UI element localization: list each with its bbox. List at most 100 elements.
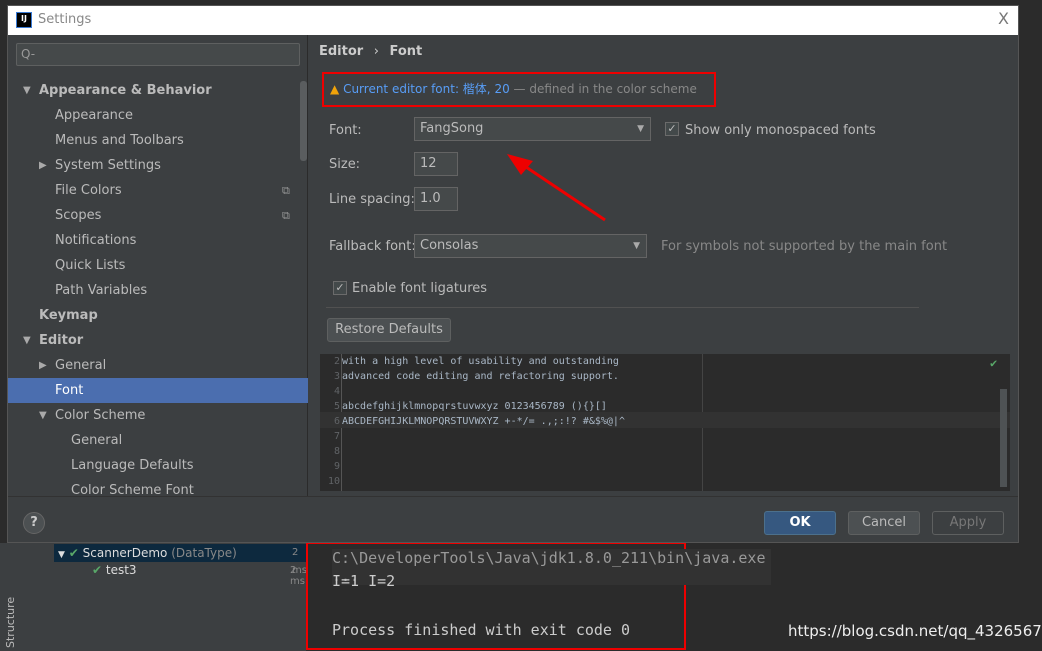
run-item-time: 2 ms (290, 565, 305, 587)
ok-button[interactable]: OK (764, 511, 836, 535)
font-label: Font: (329, 123, 362, 138)
dialog-footer: ? OK Cancel Apply (8, 496, 1018, 542)
help-button[interactable]: ? (23, 512, 45, 534)
sidebar-item-label: Scopes (55, 208, 102, 223)
structure-tab[interactable]: Structure (4, 597, 17, 648)
sidebar-item[interactable]: Path Variables (8, 278, 308, 303)
font-value: FangSong (420, 121, 484, 136)
sidebar-item-label: General (71, 433, 123, 448)
copy-icon: ⧉ (282, 209, 290, 222)
sidebar-item-label: System Settings (55, 158, 161, 173)
copy-icon: ⧉ (282, 184, 290, 197)
console-output: C:\DeveloperTools\Java\jdk1.8.0_211\bin\… (306, 542, 772, 650)
title-bar: IJ Settings X (8, 6, 1018, 35)
settings-search-input[interactable]: Q- (16, 43, 300, 66)
sidebar-item[interactable]: File Colors ⧉ (8, 178, 308, 203)
sidebar-item[interactable]: Appearance (8, 103, 308, 128)
settings-dialog: IJ Settings X Q- ▼ Appearance & Behavior A… (7, 5, 1019, 543)
current-font-link[interactable]: Current editor font: 楷体, 20 (343, 82, 510, 96)
sidebar-item-label: File Colors (55, 183, 122, 198)
ligatures-label: Enable font ligatures (352, 281, 488, 296)
dropdown-arrow-icon: ▼ (633, 241, 640, 251)
font-preview: 2 with a high level of usability and outs… (320, 354, 1010, 491)
breadcrumb-parent[interactable]: Editor (319, 44, 363, 59)
sidebar-item-label: Font (55, 383, 84, 398)
sidebar-item[interactable]: Font (8, 378, 308, 403)
sidebar-item[interactable]: Keymap (8, 303, 308, 328)
line-number: 2 (333, 356, 340, 367)
breadcrumb-separator: › (373, 44, 379, 59)
warning-text: — defined in the color scheme (509, 82, 697, 96)
ligatures-checkbox[interactable]: ✓ (333, 281, 347, 295)
preview-line: abcdefghijklmnopqrstuvwxyz 0123456789 ()… (342, 401, 607, 412)
line-number: 9 (333, 461, 340, 472)
dropdown-arrow-icon: ▼ (637, 124, 644, 134)
console-line: I=1 I=2 (332, 572, 396, 590)
font-select[interactable]: FangSong ▼ (414, 117, 651, 141)
warning-banner: ▲ Current editor font: 楷体, 20 — defined … (322, 72, 716, 107)
mono-label: Show only monospaced fonts (685, 123, 876, 138)
sidebar-scrollbar[interactable] (300, 81, 307, 161)
sidebar-item[interactable]: Notifications (8, 228, 308, 253)
sidebar-item[interactable]: ▼ Color Scheme (8, 403, 308, 428)
arrow-down-icon: ▼ (58, 550, 65, 560)
run-item-label: ScannerDemo (82, 546, 168, 560)
fallback-font-select[interactable]: Consolas ▼ (414, 234, 647, 258)
divider (326, 307, 919, 308)
sidebar-item[interactable]: General (8, 428, 308, 453)
line-number: 6 (333, 416, 340, 427)
size-input[interactable]: 12 (414, 152, 458, 176)
breadcrumb: Editor › Font (319, 44, 422, 59)
size-label: Size: (329, 157, 361, 172)
console-line: Process finished with exit code 0 (332, 621, 631, 639)
line-number: 5 (333, 401, 340, 412)
line-number: 7 (333, 431, 340, 442)
sidebar-item[interactable]: ▶ System Settings (8, 153, 308, 178)
line-number: 10 (327, 476, 340, 487)
run-item-label: test3 (105, 563, 137, 577)
sidebar-item[interactable]: Language Defaults (8, 453, 308, 478)
annotation-arrow (507, 154, 606, 222)
sidebar-item-label: Appearance (55, 108, 134, 123)
line-spacing-label: Line spacing: (329, 192, 415, 207)
window-title: Settings (38, 12, 92, 27)
sidebar-item[interactable]: ▼ Editor (8, 328, 308, 353)
sidebar-item[interactable]: ▶ General (8, 353, 308, 378)
line-number: 8 (333, 446, 340, 457)
chevron-right-icon[interactable]: ▶ (39, 353, 47, 378)
mono-checkbox[interactable]: ✓ (665, 122, 679, 136)
line-spacing-input[interactable]: 1.0 (414, 187, 458, 211)
run-item-test3[interactable]: ✔ test3 (92, 563, 137, 577)
chevron-right-icon[interactable]: ▶ (39, 153, 47, 178)
restore-defaults-button[interactable]: Restore Defaults (327, 318, 451, 342)
sidebar-item-label: Notifications (55, 233, 137, 248)
sidebar-item-label: Appearance & Behavior (39, 83, 212, 98)
intellij-logo: IJ (16, 12, 32, 28)
sidebar-item[interactable]: Menus and Toolbars (8, 128, 308, 153)
check-icon: ✔ (68, 546, 79, 560)
sidebar-item-label: Language Defaults (71, 458, 194, 473)
chevron-down-icon[interactable]: ▼ (23, 78, 31, 103)
sidebar-item-label: Keymap (39, 308, 98, 323)
preview-scrollbar[interactable] (1000, 389, 1007, 487)
cancel-button[interactable]: Cancel (848, 511, 920, 535)
check-icon: ✔ (92, 563, 103, 577)
preview-line: with a high level of usability and outst… (342, 356, 619, 367)
breadcrumb-current: Font (389, 44, 423, 59)
preview-line: ABCDEFGHIJKLMNOPQRSTUVWXYZ +-*/= .,;:!? … (342, 416, 625, 427)
apply-button[interactable]: Apply (932, 511, 1004, 535)
sidebar-item-label: General (55, 358, 107, 373)
chevron-down-icon[interactable]: ▼ (39, 403, 47, 428)
close-button[interactable]: X (998, 9, 1009, 28)
font-settings-panel: Editor › Font ▲ Current editor font: 楷体,… (309, 35, 1018, 496)
chevron-down-icon[interactable]: ▼ (23, 328, 31, 353)
sidebar-item-label: Color Scheme (55, 408, 146, 423)
settings-sidebar: Q- ▼ Appearance & Behavior Appearance Menus… (8, 35, 308, 498)
check-icon: ✔ (990, 356, 998, 370)
sidebar-item[interactable]: Quick Lists (8, 253, 308, 278)
line-number: 3 (333, 371, 340, 382)
sidebar-item[interactable]: ▼ Appearance & Behavior (8, 78, 308, 103)
run-item-scannerdemo[interactable]: ▼ ✔ ScannerDemo (DataType) 2 ms (54, 544, 307, 576)
sidebar-item[interactable]: Scopes ⧉ (8, 203, 308, 228)
watermark: https://blog.csdn.net/qq_43265673 (788, 622, 1042, 640)
